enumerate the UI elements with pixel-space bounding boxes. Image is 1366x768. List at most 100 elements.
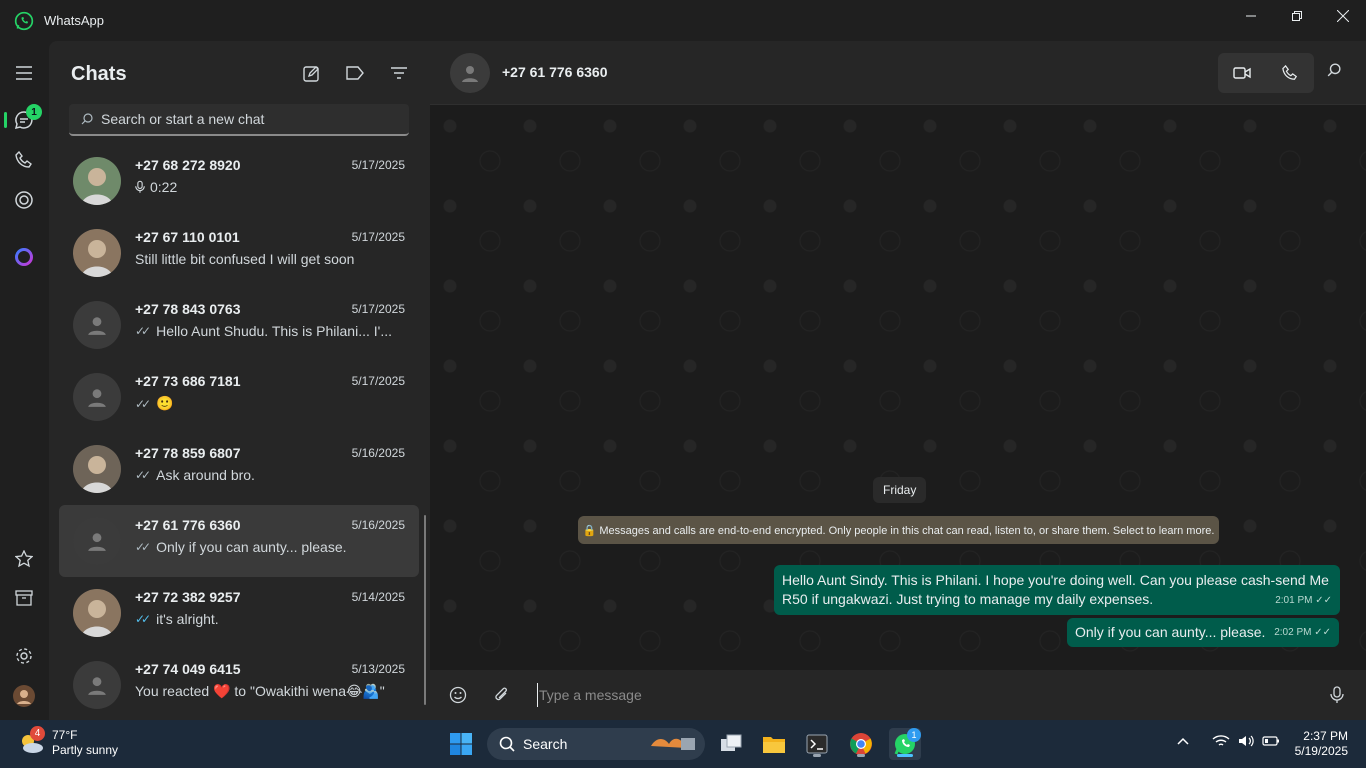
task-view-button[interactable] — [715, 728, 747, 760]
attach-button[interactable] — [492, 685, 512, 705]
message-time: 2:02 PM — [1274, 627, 1312, 638]
battery-icon[interactable] — [1262, 734, 1280, 748]
chat-list-item[interactable]: +27 61 776 6360 5/16/2025 ✓✓ Only if you ca… — [59, 505, 419, 577]
last-message-preview: ✓✓ 🙂 — [135, 395, 405, 412]
chat-list-item[interactable]: +27 74 049 6415 5/13/2025 You reacted ❤️ t… — [59, 649, 419, 721]
new-chat-icon — [302, 65, 319, 82]
weather-temperature: 77°F — [52, 728, 78, 742]
new-chat-button[interactable] — [301, 63, 321, 83]
meta-ai-button[interactable] — [12, 245, 36, 269]
labels-button[interactable] — [345, 63, 365, 83]
chat-list-item[interactable]: +27 68 272 8920 5/17/2025 0:22 — [59, 145, 419, 217]
start-button[interactable] — [445, 728, 477, 760]
chat-list-item[interactable]: +27 73 686 7181 5/17/2025 ✓✓ 🙂 — [59, 361, 419, 433]
chat-list-item[interactable]: +27 78 859 6807 5/16/2025 ✓✓ Ask around bro… — [59, 433, 419, 505]
message-input[interactable] — [537, 683, 1317, 707]
weather-widget[interactable]: 4 77°F Partly sunny — [18, 726, 118, 758]
preview-text: Ask around bro. — [156, 467, 255, 483]
chat-list-item[interactable]: +27 72 382 9257 5/14/2025 ✓✓ it's alright. — [59, 577, 419, 649]
chat-list-item[interactable]: +27 67 110 0101 5/17/2025 Still little bit… — [59, 217, 419, 289]
double-tick-icon: ✓✓ — [1315, 595, 1332, 606]
default-avatar-icon — [88, 317, 106, 335]
contact-avatar — [73, 445, 121, 493]
contact-name[interactable]: +27 61 776 6360 — [502, 64, 608, 80]
chrome-button[interactable] — [845, 728, 877, 760]
filter-button[interactable] — [389, 63, 409, 83]
chat-list-scrollbar[interactable] — [424, 515, 426, 705]
close-button[interactable] — [1320, 0, 1366, 32]
taskbar-search[interactable]: Search — [487, 728, 705, 760]
preview-text: You reacted ❤️ to "Owakithi wena😂🫂" — [135, 683, 385, 699]
close-icon — [1337, 10, 1349, 22]
message-time: 2:01 PM — [1275, 595, 1313, 606]
contact-name: +27 78 843 0763 — [135, 301, 241, 317]
contact-avatar — [73, 517, 121, 565]
chat-rows: +27 68 272 8920 5/17/2025 0:22 +27 67 110 0… — [59, 145, 419, 721]
contact-avatar[interactable] — [450, 53, 490, 93]
starred-nav-button[interactable] — [12, 547, 36, 571]
default-avatar-icon — [88, 533, 106, 551]
emoji-button[interactable] — [448, 685, 468, 705]
weather-notification-badge: 4 — [30, 726, 45, 741]
last-message-date: 5/17/2025 — [351, 158, 405, 172]
settings-nav-button[interactable] — [12, 644, 36, 668]
outgoing-message[interactable]: Only if you can aunty... please. 2:02 PM… — [1067, 618, 1339, 647]
conversation-panel: +27 61 776 6360 Friday 🔒 Messages and ca… — [430, 41, 1366, 720]
preview-text: 0:22 — [150, 179, 178, 195]
contact-avatar — [73, 229, 121, 277]
archive-icon — [15, 590, 33, 606]
message-meta: 2:01 PM ✓✓ — [1275, 591, 1332, 610]
file-explorer-button[interactable] — [758, 728, 790, 760]
chats-heading: Chats — [71, 63, 127, 85]
search-icon — [1327, 63, 1341, 77]
menu-button[interactable] — [12, 61, 36, 85]
encryption-notice[interactable]: 🔒 Messages and calls are end-to-end encr… — [578, 516, 1219, 544]
last-message-preview: ✓✓ Ask around bro. — [135, 467, 405, 483]
wifi-icon[interactable] — [1212, 734, 1230, 748]
double-tick-icon: ✓✓ — [135, 396, 151, 411]
chat-list-item[interactable]: +27 78 843 0763 5/17/2025 ✓✓ Hello Aunt Shu… — [59, 289, 419, 361]
status-icon — [15, 191, 33, 209]
terminal-icon — [806, 734, 828, 754]
search-input[interactable] — [101, 111, 391, 127]
minimize-button[interactable] — [1228, 0, 1274, 32]
voice-message-button[interactable] — [1327, 685, 1347, 705]
default-avatar-icon — [462, 66, 478, 82]
contact-photo-icon — [73, 157, 121, 205]
last-message-preview: ✓✓ Only if you can aunty... please. — [135, 539, 405, 555]
window-controls — [1228, 0, 1366, 32]
video-call-button[interactable] — [1218, 53, 1266, 93]
running-indicator — [813, 754, 821, 757]
restore-button[interactable] — [1274, 0, 1320, 32]
windows-logo-icon — [450, 733, 472, 755]
navigation-rail: 1 — [0, 41, 49, 720]
terminal-button[interactable] — [801, 728, 833, 760]
voice-call-button[interactable] — [1266, 53, 1314, 93]
outgoing-message[interactable]: Hello Aunt Sindy. This is Philani. I hop… — [774, 565, 1340, 615]
double-tick-icon: ✓✓ — [135, 468, 151, 482]
whatsapp-taskbar-button[interactable]: 1 — [889, 728, 921, 760]
contact-name: +27 61 776 6360 — [135, 517, 241, 533]
last-message-date: 5/14/2025 — [351, 590, 405, 604]
last-message-date: 5/17/2025 — [351, 230, 405, 244]
profile-button[interactable] — [12, 684, 36, 708]
contact-name: +27 72 382 9257 — [135, 589, 241, 605]
system-clock[interactable]: 2:37 PM 5/19/2025 — [1295, 729, 1348, 759]
archived-nav-button[interactable] — [12, 586, 36, 610]
conversation-search-button[interactable] — [1327, 63, 1347, 83]
contact-avatar — [73, 661, 121, 709]
contact-avatar — [73, 157, 121, 205]
search-box — [69, 104, 409, 136]
active-indicator — [4, 112, 7, 128]
chevron-up-icon[interactable] — [1176, 734, 1190, 748]
contact-avatar — [73, 373, 121, 421]
preview-text: 🙂 — [156, 395, 174, 411]
last-message-date: 5/16/2025 — [351, 518, 405, 532]
contact-avatar — [73, 589, 121, 637]
volume-icon[interactable] — [1238, 734, 1254, 748]
last-message-preview: ✓✓ it's alright. — [135, 611, 405, 627]
taskbar-search-label: Search — [523, 736, 568, 752]
status-nav-button[interactable] — [12, 188, 36, 212]
calls-nav-button[interactable] — [12, 148, 36, 172]
message-text: Hello Aunt Sindy. This is Philani. I hop… — [782, 572, 1329, 607]
